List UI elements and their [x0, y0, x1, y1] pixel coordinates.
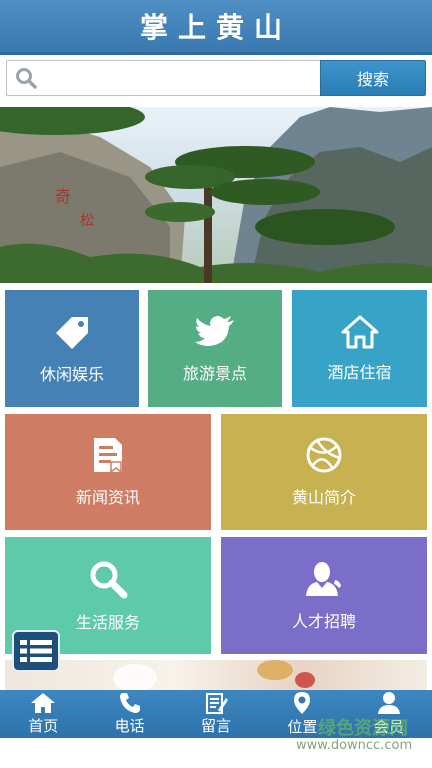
search-icon [16, 68, 37, 89]
menu-list-button[interactable] [12, 630, 60, 672]
search-field[interactable] [6, 60, 320, 96]
tile-huangshan-intro[interactable]: 黄山简介 [221, 414, 427, 530]
tile-label: 旅游景点 [182, 363, 247, 383]
search-button[interactable]: 搜索 [320, 60, 426, 96]
watermark-logo-text: 绿色资源网 [318, 718, 408, 739]
phone-icon [119, 693, 140, 713]
search-bar: 搜索 [6, 60, 426, 96]
tile-leisure[interactable]: 休闲娱乐 [5, 290, 139, 407]
tab-message[interactable]: 留言 [173, 690, 259, 738]
tab-label: 位置 [287, 718, 318, 736]
list-icon [20, 640, 52, 662]
bird-icon [195, 315, 234, 346]
tab-home[interactable]: 首页 [0, 690, 86, 738]
svg-text:松: 松 [80, 213, 94, 229]
tile-recruitment[interactable]: 人才招聘 [221, 537, 427, 654]
svg-text:奇: 奇 [55, 187, 71, 206]
app-title: 掌上黄山 [139, 11, 292, 44]
ball-icon [306, 437, 342, 473]
tile-scenic-spots[interactable]: 旅游景点 [148, 290, 282, 407]
watermark-url: www.downcc.com [296, 738, 413, 753]
person-icon [306, 561, 341, 596]
tile-hotels[interactable]: 酒店住宿 [292, 290, 427, 407]
tag-icon [56, 316, 88, 349]
tile-label: 新闻资讯 [75, 488, 140, 507]
tab-label: 留言 [201, 717, 232, 735]
search-icon [90, 561, 128, 598]
banner-carousel[interactable]: 奇 松 [0, 107, 432, 283]
banner-image: 奇 松 [0, 107, 432, 283]
food-image [113, 660, 315, 692]
location-pin-icon [294, 692, 311, 714]
home-icon [341, 315, 378, 348]
tile-label: 黄山简介 [291, 488, 356, 507]
home-icon [31, 693, 56, 713]
tile-label: 人才招聘 [291, 611, 356, 631]
news-icon [94, 438, 122, 474]
content-image-strip[interactable] [5, 660, 427, 692]
tab-label: 电话 [114, 717, 145, 735]
tile-news[interactable]: 新闻资讯 [5, 414, 211, 530]
app-header: 掌上黄山 [0, 0, 432, 55]
tab-label: 首页 [28, 717, 59, 735]
tile-label: 酒店住宿 [327, 362, 392, 382]
tab-phone[interactable]: 电话 [86, 690, 172, 738]
tile-label: 生活服务 [75, 612, 140, 632]
user-icon [377, 692, 400, 714]
search-input[interactable] [43, 62, 320, 94]
note-icon [206, 693, 229, 714]
tile-label: 休闲娱乐 [39, 364, 104, 384]
